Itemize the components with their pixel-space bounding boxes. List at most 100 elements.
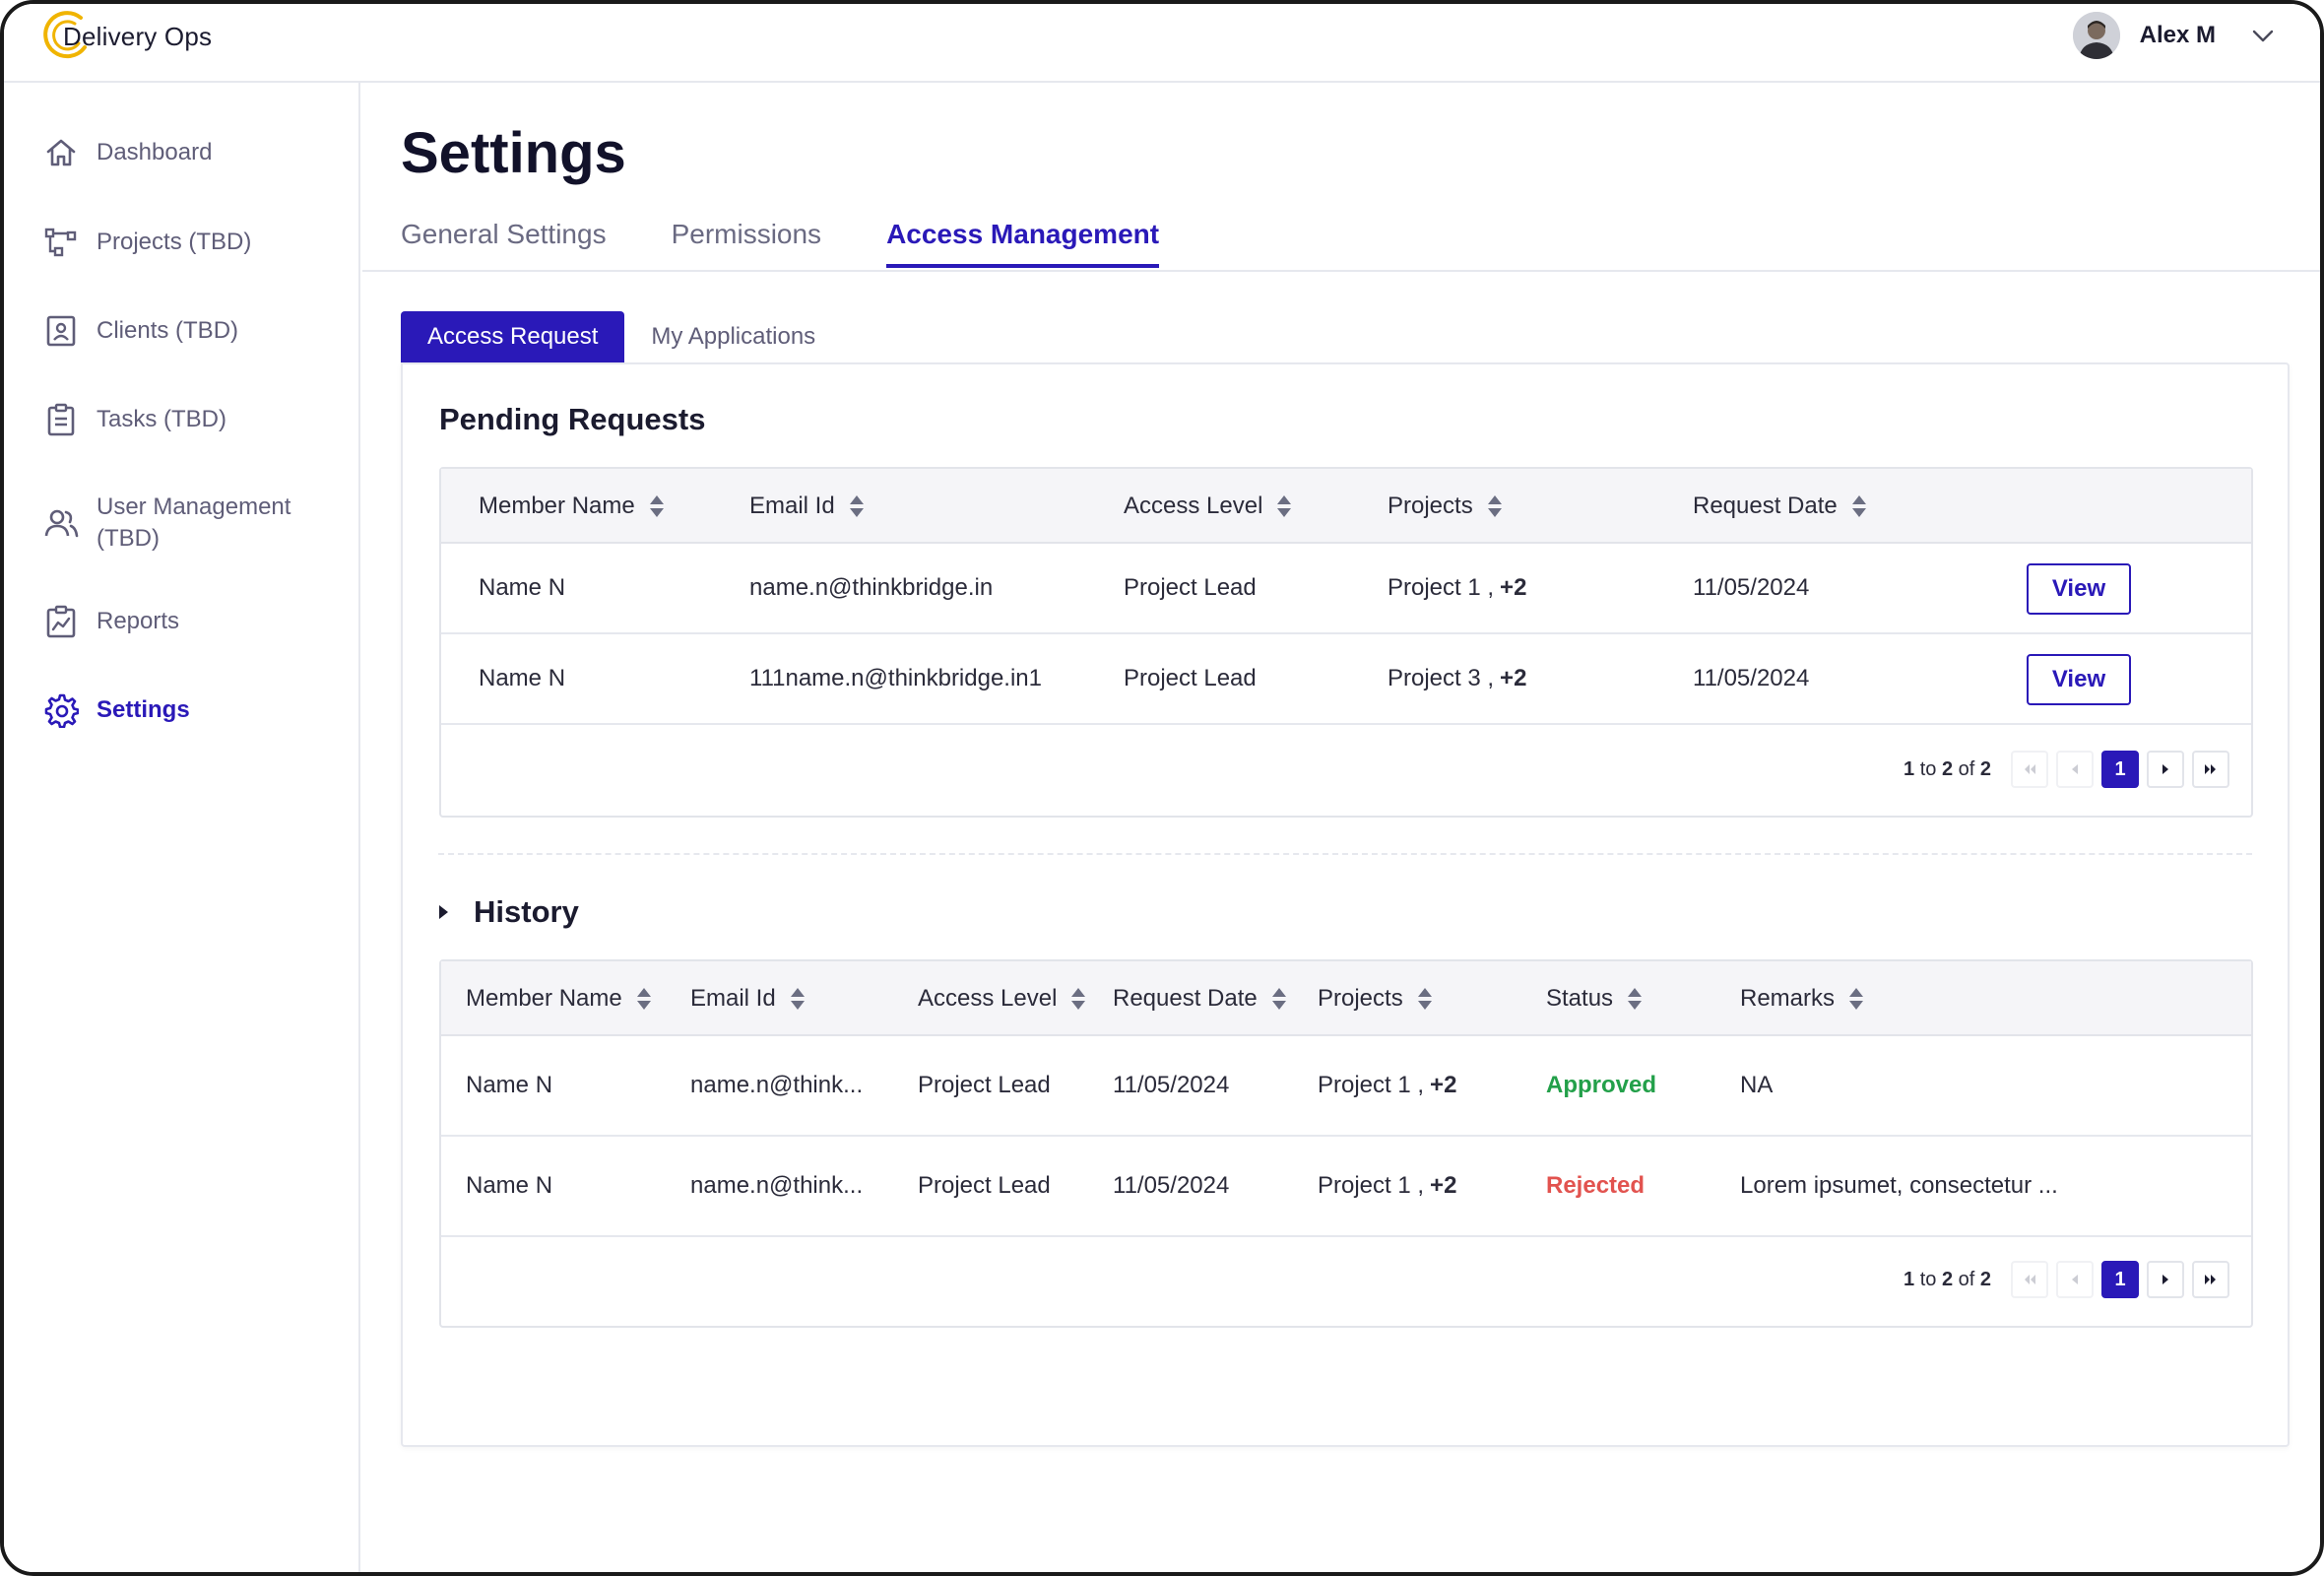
tab-access-management[interactable]: Access Management xyxy=(886,219,1160,268)
column-access-level[interactable]: Access Level xyxy=(1124,469,1292,544)
page-title: Settings xyxy=(401,121,626,185)
more-projects-count[interactable]: +2 xyxy=(1500,574,1526,602)
member-name: Name N xyxy=(479,665,566,691)
column-projects[interactable]: Projects xyxy=(1388,469,1503,544)
last-page-button[interactable] xyxy=(2192,1261,2229,1298)
sidebar-item-label: Settings xyxy=(97,696,190,723)
table-row: Name N name.n@think... Project Lead 11/0… xyxy=(441,1137,2251,1237)
pagination-summary: 1 to 2 of 2 xyxy=(1904,1268,1991,1290)
sidebar-item-dashboard[interactable]: Dashboard xyxy=(43,135,212,170)
sort-icon[interactable] xyxy=(1417,986,1433,1012)
pagination-summary: 1 to 2 of 2 xyxy=(1904,757,1991,780)
top-bar: Delivery Ops Alex M xyxy=(4,4,2320,83)
member-name: Name N xyxy=(466,1072,553,1098)
next-page-button[interactable] xyxy=(2147,1261,2184,1298)
remarks: Lorem ipsumet, consectetur ... xyxy=(1740,1172,2058,1199)
sort-icon[interactable] xyxy=(1276,493,1292,519)
column-status[interactable]: Status xyxy=(1546,961,1643,1036)
column-remarks[interactable]: Remarks xyxy=(1740,961,1864,1036)
column-email-id[interactable]: Email Id xyxy=(690,961,806,1036)
sidebar-item-settings[interactable]: Settings xyxy=(43,692,190,728)
sidebar-item-tasks[interactable]: Tasks (TBD) xyxy=(43,402,226,437)
history-toggle[interactable]: History xyxy=(434,894,579,930)
avatar[interactable] xyxy=(2072,12,2120,59)
view-button[interactable]: View xyxy=(2027,563,2131,615)
hierarchy-icon xyxy=(44,228,77,257)
sidebar-item-clients[interactable]: Clients (TBD) xyxy=(43,313,238,349)
section-divider xyxy=(438,853,2252,855)
chevron-down-icon[interactable] xyxy=(2249,22,2277,49)
last-page-button[interactable] xyxy=(2192,751,2229,788)
projects: Project 1 , +2 xyxy=(1318,1172,1457,1200)
sort-icon[interactable] xyxy=(649,493,665,519)
sidebar-item-projects[interactable]: Projects (TBD) xyxy=(43,225,251,260)
last-page-icon xyxy=(2205,764,2216,774)
email-id: name.n@think... xyxy=(690,1172,864,1199)
more-projects-count[interactable]: +2 xyxy=(1430,1072,1456,1099)
app-name: Delivery Ops xyxy=(63,21,213,51)
table-header: Member Name Email Id Access Level Reques… xyxy=(441,961,2251,1036)
column-access-level[interactable]: Access Level xyxy=(918,961,1086,1036)
column-request-date[interactable]: Request Date xyxy=(1693,469,1867,544)
sort-icon[interactable] xyxy=(1271,986,1287,1012)
sidebar-item-label: Dashboard xyxy=(97,139,213,165)
first-page-button[interactable] xyxy=(2011,1261,2048,1298)
first-page-icon xyxy=(2025,764,2035,774)
column-email-id[interactable]: Email Id xyxy=(749,469,865,544)
sort-icon[interactable] xyxy=(1487,493,1503,519)
sort-icon[interactable] xyxy=(1851,493,1867,519)
sort-icon[interactable] xyxy=(849,493,865,519)
sidebar-item-label: Reports xyxy=(97,608,180,634)
subtab-my-applications[interactable]: My Applications xyxy=(624,311,842,362)
first-page-button[interactable] xyxy=(2011,751,2048,788)
access-subtabs: Access Request My Applications xyxy=(401,311,842,362)
app-logo[interactable]: Delivery Ops xyxy=(37,8,212,65)
tab-permissions[interactable]: Permissions xyxy=(672,219,821,268)
tab-general-settings[interactable]: General Settings xyxy=(401,219,607,268)
sort-icon[interactable] xyxy=(1627,986,1643,1012)
sidebar-item-user-management[interactable]: User Management (TBD) xyxy=(43,492,290,555)
column-request-date[interactable]: Request Date xyxy=(1113,961,1287,1036)
table-row: Name N name.n@think... Project Lead 11/0… xyxy=(441,1036,2251,1137)
sort-icon[interactable] xyxy=(1070,986,1086,1012)
access-level: Project Lead xyxy=(1124,574,1257,601)
sort-icon[interactable] xyxy=(636,986,652,1012)
contact-card-icon xyxy=(46,315,76,347)
column-member-name[interactable]: Member Name xyxy=(479,469,665,544)
request-date: 11/05/2024 xyxy=(1693,665,1810,691)
pending-requests-title: Pending Requests xyxy=(439,402,706,436)
request-date: 11/05/2024 xyxy=(1113,1172,1230,1199)
users-icon xyxy=(44,509,79,538)
home-icon xyxy=(46,139,76,166)
page-number-button[interactable]: 1 xyxy=(2101,1261,2139,1298)
page-number-button[interactable]: 1 xyxy=(2101,751,2139,788)
more-projects-count[interactable]: +2 xyxy=(1500,665,1526,692)
column-projects[interactable]: Projects xyxy=(1318,961,1433,1036)
user-name: Alex M xyxy=(2139,22,2216,48)
view-button[interactable]: View xyxy=(2027,654,2131,705)
previous-page-button[interactable] xyxy=(2056,1261,2094,1298)
remarks: NA xyxy=(1740,1072,1774,1098)
subtab-access-request[interactable]: Access Request xyxy=(401,311,625,362)
column-member-name[interactable]: Member Name xyxy=(466,961,652,1036)
table-row: Name N 111name.n@thinkbridge.in1 Project… xyxy=(441,634,2251,725)
sidebar-item-reports[interactable]: Reports xyxy=(43,604,179,639)
sort-icon[interactable] xyxy=(790,986,806,1012)
previous-page-button[interactable] xyxy=(2056,751,2094,788)
sort-icon[interactable] xyxy=(1848,986,1864,1012)
history-title: History xyxy=(474,894,579,929)
gear-icon xyxy=(44,693,79,728)
member-name: Name N xyxy=(479,574,566,601)
projects: Project 3 , +2 xyxy=(1388,665,1527,692)
sidebar: Dashboard Projects (TBD) Clients (TBD) T… xyxy=(4,83,360,1572)
sidebar-item-label: Clients (TBD) xyxy=(97,317,239,344)
more-projects-count[interactable]: +2 xyxy=(1430,1172,1456,1200)
user-menu[interactable]: Alex M xyxy=(2072,10,2277,61)
next-page-button[interactable] xyxy=(2147,751,2184,788)
table-header: Member Name Email Id Access Level Projec… xyxy=(441,469,2251,544)
caret-right-icon xyxy=(439,905,448,919)
status-badge: Rejected xyxy=(1546,1172,1646,1199)
first-page-icon xyxy=(2025,1275,2035,1284)
member-name: Name N xyxy=(466,1172,553,1199)
report-chart-icon xyxy=(46,605,76,638)
